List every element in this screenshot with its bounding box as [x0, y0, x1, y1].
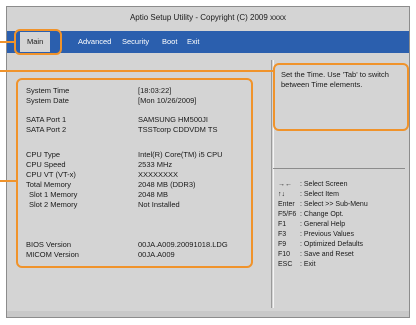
key-description: : General Help — [300, 221, 346, 228]
tab-exit[interactable]: Exit — [187, 31, 200, 53]
help-divider — [273, 168, 405, 169]
key-name: Enter — [278, 201, 295, 208]
window-title: Aptio Setup Utility - Copyright (C) 2009… — [129, 13, 287, 22]
key-legend-row: F3 : Previous Values — [278, 230, 354, 239]
arrow-left-right-icon: →← — [278, 181, 292, 188]
system-info-callout-line — [0, 180, 16, 182]
key-description: : Select Screen — [300, 181, 348, 188]
key-description: : Select >> Sub-Menu — [300, 201, 368, 208]
key-description: : Change Opt. — [300, 211, 344, 218]
key-description: : Exit — [300, 261, 316, 268]
key-name: ESC — [278, 261, 293, 268]
key-legend-row: F1 : General Help — [278, 220, 345, 229]
tab-advanced[interactable]: Advanced — [78, 31, 111, 53]
key-legend-row: ESC : Exit — [278, 260, 316, 269]
help-text-highlight — [273, 63, 409, 131]
key-legend-row: F5/F6: Change Opt. — [278, 210, 344, 219]
status-bar — [7, 311, 409, 317]
key-name: F3 — [278, 231, 287, 238]
main-tab-highlight — [14, 29, 62, 55]
key-description: : Select Item — [300, 191, 339, 198]
key-legend-row: ↑↓ : Select Item — [278, 190, 339, 199]
menu-bar — [7, 31, 409, 53]
key-name: F10 — [278, 251, 291, 258]
key-legend-row: F10 : Save and Reset — [278, 250, 354, 259]
help-callout-line — [0, 70, 273, 72]
key-description: : Optimized Defaults — [300, 241, 364, 248]
tab-security[interactable]: Security — [122, 31, 149, 53]
key-name: F1 — [278, 221, 287, 228]
tab-boot[interactable]: Boot — [162, 31, 177, 53]
key-legend-row: Enter : Select >> Sub-Menu — [278, 200, 368, 209]
key-name: F9 — [278, 241, 287, 248]
key-description: : Save and Reset — [300, 251, 354, 258]
key-description: : Previous Values — [300, 231, 354, 238]
key-legend-row: F9 : Optimized Defaults — [278, 240, 363, 249]
system-info-highlight — [16, 78, 253, 268]
key-name: F5/F6 — [278, 211, 297, 218]
key-legend-row: →← : Select Screen — [278, 180, 347, 189]
main-tab-callout-line — [0, 41, 14, 43]
arrow-up-down-icon: ↑↓ — [278, 191, 285, 198]
